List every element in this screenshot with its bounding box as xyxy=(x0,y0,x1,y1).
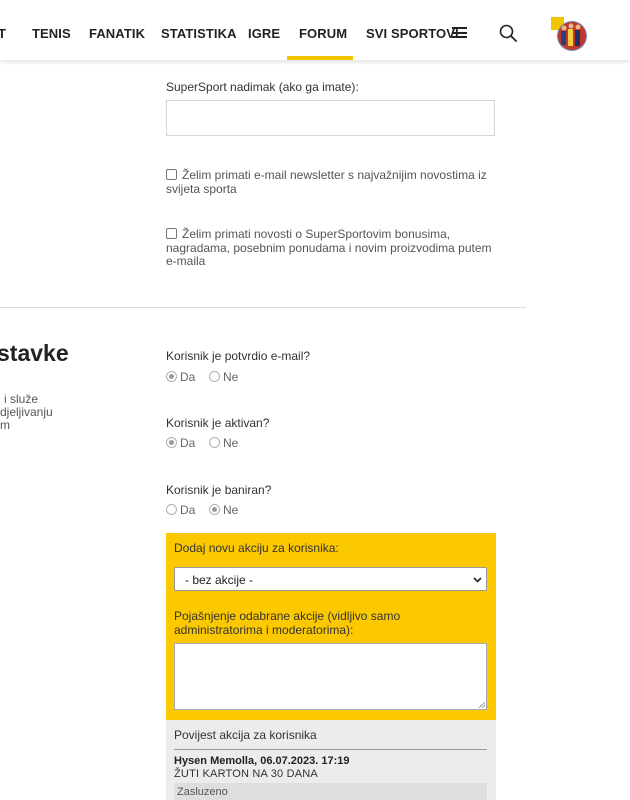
newsletter-label-line2: svijeta sporta xyxy=(166,182,237,196)
bonus-label-line3: e-maila xyxy=(166,254,206,268)
email-confirmed-label: Korisnik je potvrdio e-mail? xyxy=(166,349,311,363)
nav-item-svi-sportovi[interactable]: SVI SPORTOVI xyxy=(366,26,459,41)
action-select[interactable]: - bez akcije - xyxy=(174,567,487,591)
newsletter-checkbox[interactable] xyxy=(166,169,177,180)
search-icon[interactable] xyxy=(499,24,517,42)
section-description: i služe djeljivanju m xyxy=(0,393,53,432)
explain-label-line1: Pojašnjenje odabrane akcije (vidljivo sa… xyxy=(174,609,401,623)
nav-item-statistika[interactable]: STATISTIKA xyxy=(161,26,237,41)
banned-yes-radio[interactable] xyxy=(166,504,177,515)
history-entry-action: ŽUTI KARTON NA 30 DANA xyxy=(174,768,318,780)
active-no-radio[interactable] xyxy=(209,437,220,448)
nav-item-tenis[interactable]: TENIS xyxy=(32,26,71,41)
email-confirmed-no-label: Ne xyxy=(223,370,239,384)
nav-item-partial[interactable]: T xyxy=(0,26,6,41)
nav-active-indicator xyxy=(287,56,353,60)
resize-grip-icon[interactable] xyxy=(478,701,485,708)
bonus-label-line2: nagradama, posebnim ponudama i novim pro… xyxy=(166,241,492,255)
history-title: Povijest akcija za korisnika xyxy=(174,728,317,742)
banned-no-radio[interactable] xyxy=(209,504,220,515)
newsletter-label-line1: Želim primati e-mail newsletter s najvaž… xyxy=(182,168,487,182)
active-yes-radio[interactable] xyxy=(166,437,177,448)
active-yes-label: Da xyxy=(180,436,196,450)
section-title: stavke xyxy=(0,340,69,366)
email-confirmed-yes-label: Da xyxy=(180,370,196,384)
active-label: Korisnik je aktivan? xyxy=(166,416,270,430)
active-no-label: Ne xyxy=(223,436,239,450)
chevron-down-icon xyxy=(473,577,482,583)
hamburger-icon[interactable] xyxy=(452,27,467,38)
banned-yes-label: Da xyxy=(180,503,196,517)
explain-textarea[interactable] xyxy=(174,643,487,710)
action-select-value: - bez akcije - xyxy=(185,573,254,587)
bonus-news-checkbox[interactable] xyxy=(166,228,177,239)
top-navigation: T TENIS FANATIK STATISTIKA IGRE FORUM SV… xyxy=(0,0,630,60)
add-action-label: Dodaj novu akciju za korisnika: xyxy=(174,541,339,555)
history-divider xyxy=(174,749,487,750)
history-entry-author-date: Hysen Memolla, 06.07.2023. 17:19 xyxy=(174,755,350,767)
email-confirmed-yes-radio[interactable] xyxy=(166,371,177,382)
section-desc-line3: m xyxy=(0,418,10,432)
nickname-label: SuperSport nadimak (ako ga imate): xyxy=(166,80,359,94)
nav-item-igre[interactable]: IGRE xyxy=(248,26,280,41)
banned-label: Korisnik je baniran? xyxy=(166,483,272,497)
nav-item-fanatik[interactable]: FANATIK xyxy=(89,26,145,41)
bonus-label-line1: Želim primati novosti o SuperSportovim b… xyxy=(182,227,451,241)
nickname-input[interactable] xyxy=(166,100,495,136)
email-confirmed-no-radio[interactable] xyxy=(209,371,220,382)
history-entry-note: Zasluzeno xyxy=(174,783,487,800)
user-avatar[interactable] xyxy=(551,17,588,51)
banned-no-label: Ne xyxy=(223,503,239,517)
nav-item-forum[interactable]: FORUM xyxy=(299,26,347,41)
explain-label-line2: administratorima i moderatorima): xyxy=(174,623,354,637)
section-divider xyxy=(0,307,526,308)
